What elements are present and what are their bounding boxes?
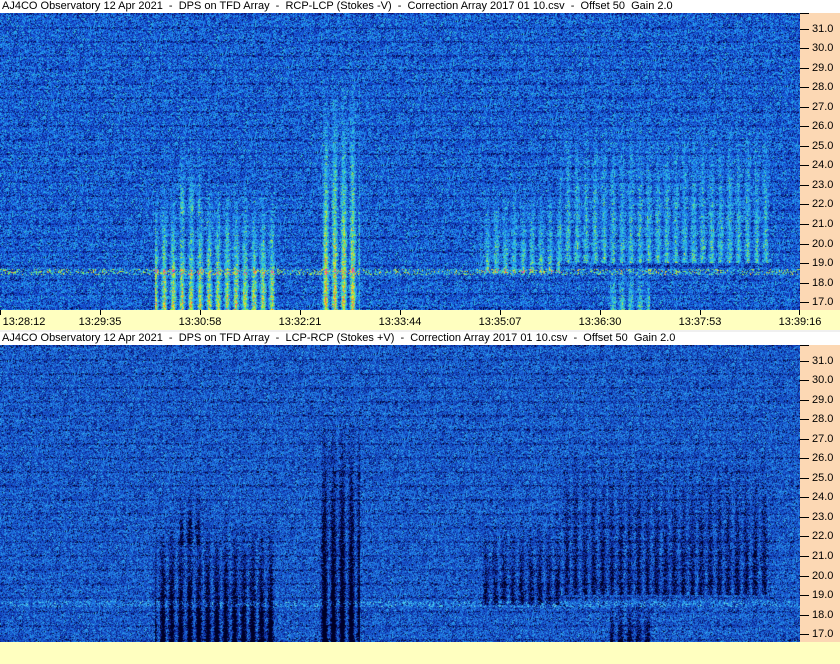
x-tick [600,310,601,315]
y-tick-label: 21.0 [812,218,834,231]
y-tick-label: 24.0 [812,159,834,172]
y-tick [800,282,809,284]
x-tick [799,310,800,315]
y-tick [800,536,809,538]
y-tick [800,224,809,226]
x-tick [300,310,301,315]
y-tick-label: 23.0 [812,510,834,523]
time-axis: 13:28:12 13:29:35 13:30:58 13:32:21 13:33:44… [0,310,840,330]
y-tick-label: 19.0 [812,257,834,270]
y-tick-label: 28.0 [812,81,834,94]
y-tick-label: 26.0 [812,120,834,133]
y-tick-label: 20.0 [812,237,834,250]
x-tick-label: 13:36:30 [578,316,622,328]
y-tick [800,302,809,304]
top-chart-title: AJ4CO Observatory 12 Apr 2021 - DPS on T… [0,0,840,13]
top-spectrogram [0,13,800,310]
y-tick [800,165,809,167]
y-tick [800,575,809,577]
y-tick-label: 17.0 [812,628,834,641]
y-tick [800,28,809,30]
y-tick [800,380,809,382]
x-tick [700,310,701,315]
x-tick [200,310,201,315]
y-tick-label: 31.0 [812,354,834,367]
y-tick [800,263,809,265]
y-tick [800,184,809,186]
y-tick-label: 18.0 [812,608,834,621]
x-tick-label: 13:30:58 [178,316,222,328]
y-tick [800,243,809,245]
y-tick [800,556,809,558]
y-tick-label: 21.0 [812,550,834,563]
y-tick [800,516,809,518]
y-tick [800,87,809,89]
y-tick-label: 29.0 [812,393,834,406]
y-tick [800,106,809,108]
x-tick-label: 13:33:44 [378,316,422,328]
x-tick [0,310,1,315]
y-tick [800,419,809,421]
y-tick [800,399,809,401]
x-tick-label: 13:39:16 [778,316,822,328]
y-tick [800,595,809,597]
y-tick-label: 26.0 [812,452,834,465]
y-tick [800,477,809,479]
y-tick-label: 25.0 [812,471,834,484]
y-tick [800,204,809,206]
x-tick [400,310,401,315]
y-tick-label: 22.0 [812,530,834,543]
y-tick [800,438,809,440]
y-tick-label: 27.0 [812,432,834,445]
y-tick-label: 28.0 [812,413,834,426]
y-tick [800,126,809,128]
bottom-strip [0,642,840,664]
y-tick-label: 31.0 [812,22,834,35]
y-tick [800,48,809,50]
y-tick-label: 30.0 [812,374,834,387]
bottom-spectrogram [0,345,800,642]
y-tick [800,634,809,636]
y-tick-label: 24.0 [812,491,834,504]
bottom-chart-title: AJ4CO Observatory 12 Apr 2021 - DPS on T… [0,332,840,345]
x-tick-label: 13:32:21 [278,316,322,328]
y-tick-label: 30.0 [812,42,834,55]
x-tick [500,310,501,315]
y-tick [800,497,809,499]
y-tick [800,614,809,616]
y-tick [800,145,809,147]
y-tick-label: 25.0 [812,139,834,152]
y-tick [800,458,809,460]
x-tick-label: 13:29:35 [78,316,122,328]
bottom-frequency-axis: 17.0 18.0 19.0 20.0 21.0 22.0 23.0 24.0 25.0 26.0… [800,345,840,642]
y-tick-label: 23.0 [812,178,834,191]
x-tick [100,310,101,315]
x-tick-label: 13:37:53 [678,316,722,328]
y-tick [800,360,809,362]
y-tick-label: 29.0 [812,61,834,74]
y-tick-label: 22.0 [812,198,834,211]
y-tick-label: 18.0 [812,276,834,289]
y-tick-label: 17.0 [812,296,834,309]
x-tick-label: 13:28:12 [2,316,46,328]
y-tick-label: 19.0 [812,589,834,602]
y-tick-label: 20.0 [812,569,834,582]
y-tick-label: 27.0 [812,100,834,113]
y-tick [800,67,809,69]
x-tick-label: 13:35:07 [478,316,522,328]
top-frequency-axis: 17.0 18.0 19.0 20.0 21.0 22.0 23.0 24.0 25.0 26.0… [800,13,840,310]
